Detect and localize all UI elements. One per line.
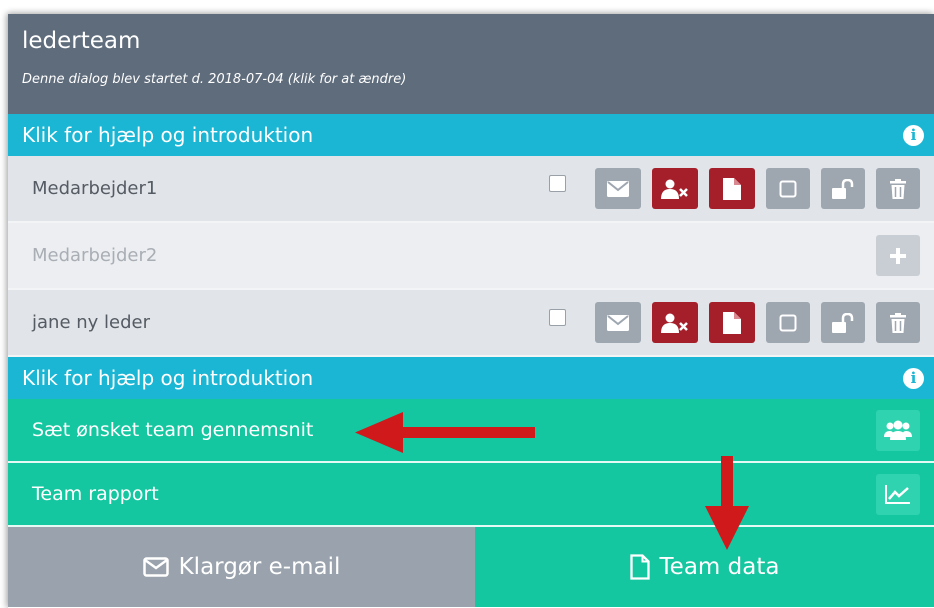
square-icon bbox=[779, 314, 797, 331]
line-chart-icon bbox=[885, 485, 910, 504]
annotation-arrow-down bbox=[705, 456, 749, 550]
user-remove-icon bbox=[661, 179, 688, 199]
dialog-footer: Klargør e-mail Team data bbox=[8, 527, 934, 607]
set-team-average-label: Sæt ønsket team gennemsnit bbox=[32, 419, 314, 441]
help-intro-label: Klik for hjælp og introduktion bbox=[22, 366, 314, 390]
set-team-average-button[interactable] bbox=[876, 409, 920, 451]
remove-user-button[interactable] bbox=[652, 302, 698, 343]
dialog-start-date-link[interactable]: Denne dialog blev startet d. 2018-07-04 … bbox=[22, 72, 920, 87]
annotation-arrow-left bbox=[355, 412, 535, 453]
member-row: jane ny leder bbox=[8, 290, 934, 357]
dialog-header: lederteam Denne dialog blev startet d. 2… bbox=[8, 14, 934, 114]
member-select-checkbox[interactable] bbox=[549, 309, 566, 326]
team-report-button[interactable] bbox=[876, 473, 920, 515]
envelope-icon bbox=[607, 314, 629, 331]
unlock-icon bbox=[832, 178, 854, 199]
trash-icon bbox=[890, 178, 906, 199]
member-name: jane ny leder bbox=[32, 312, 150, 333]
prepare-email-button[interactable]: Klargør e-mail bbox=[8, 527, 475, 607]
add-member-button[interactable] bbox=[876, 235, 920, 276]
member-actions bbox=[876, 235, 920, 276]
users-icon bbox=[884, 420, 912, 440]
user-remove-icon bbox=[661, 313, 688, 333]
team-data-label: Team data bbox=[659, 554, 780, 580]
plus-icon bbox=[890, 247, 906, 264]
member-actions bbox=[549, 168, 920, 209]
status-button[interactable] bbox=[766, 302, 810, 343]
remove-user-button[interactable] bbox=[652, 168, 698, 209]
help-intro-bar[interactable]: Klik for hjælp og introduktion i bbox=[8, 357, 934, 399]
member-row: Medarbejder1 bbox=[8, 156, 934, 223]
help-intro-bar[interactable]: Klik for hjælp og introduktion i bbox=[8, 114, 934, 156]
team-report-label: Team rapport bbox=[32, 483, 159, 505]
unlock-icon bbox=[832, 312, 854, 333]
document-outline-icon bbox=[629, 554, 650, 580]
info-icon[interactable]: i bbox=[903, 367, 924, 389]
trash-icon bbox=[890, 312, 906, 333]
document-button[interactable] bbox=[709, 168, 755, 209]
send-email-button[interactable] bbox=[595, 302, 641, 343]
dialog-title: lederteam bbox=[22, 28, 141, 54]
member-name: Medarbejder1 bbox=[32, 178, 158, 199]
envelope-outline-icon bbox=[142, 557, 169, 577]
member-select-checkbox[interactable] bbox=[549, 175, 566, 192]
document-icon bbox=[723, 177, 741, 200]
dialog-panel: lederteam Denne dialog blev startet d. 2… bbox=[8, 14, 934, 608]
help-intro-label: Klik for hjælp og introduktion bbox=[22, 123, 314, 147]
square-icon bbox=[779, 180, 797, 197]
info-icon[interactable]: i bbox=[903, 124, 924, 146]
prepare-email-label: Klargør e-mail bbox=[178, 554, 341, 580]
team-report-row[interactable]: Team rapport bbox=[8, 463, 934, 527]
envelope-icon bbox=[607, 180, 629, 197]
status-button[interactable] bbox=[766, 168, 810, 209]
send-email-button[interactable] bbox=[595, 168, 641, 209]
member-name: Medarbejder2 bbox=[32, 245, 158, 266]
delete-button[interactable] bbox=[876, 302, 920, 343]
member-actions bbox=[549, 302, 920, 343]
document-icon bbox=[723, 311, 741, 334]
unlock-button[interactable] bbox=[821, 302, 865, 343]
document-button[interactable] bbox=[709, 302, 755, 343]
member-row: Medarbejder2 bbox=[8, 223, 934, 290]
unlock-button[interactable] bbox=[821, 168, 865, 209]
delete-button[interactable] bbox=[876, 168, 920, 209]
